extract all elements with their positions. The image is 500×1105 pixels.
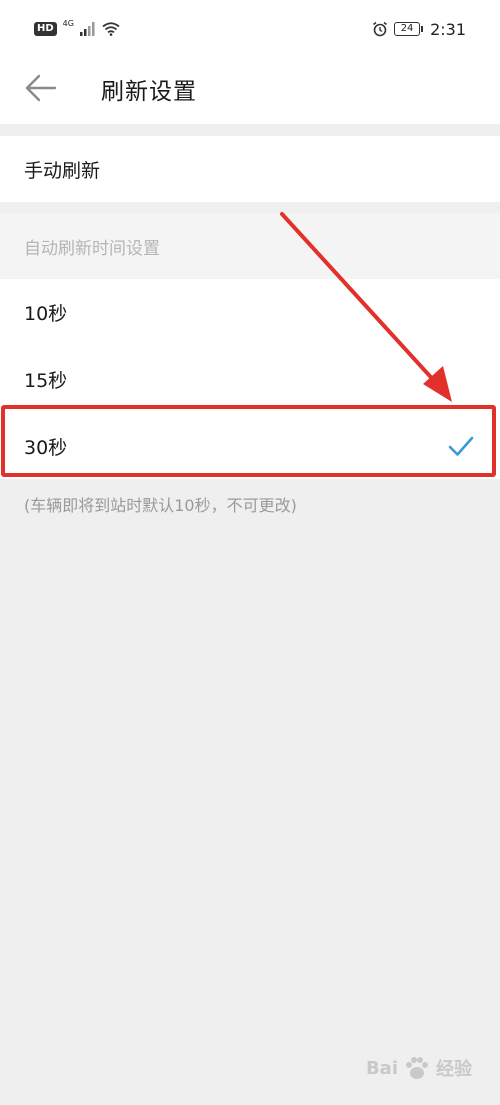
interval-option-10[interactable]: 10秒	[0, 279, 500, 345]
interval-option-15[interactable]: 15秒	[0, 346, 500, 412]
checkmark-icon	[448, 436, 474, 456]
status-bar: HD 4G 24 2:31	[0, 0, 500, 58]
interval-option-30[interactable]: 30秒	[0, 413, 500, 479]
interval-option-label: 15秒	[24, 369, 68, 392]
auto-refresh-section-title: 自动刷新时间设置	[0, 213, 500, 279]
interval-option-label: 10秒	[24, 302, 68, 325]
manual-refresh-option[interactable]: 手动刷新	[0, 136, 500, 202]
refresh-interval-list: 10秒 15秒 30秒	[0, 279, 500, 479]
back-arrow-icon	[25, 74, 57, 102]
alarm-clock-icon	[373, 21, 388, 37]
battery-indicator: 24	[394, 22, 424, 36]
hd-badge: HD	[34, 22, 57, 36]
wifi-icon	[102, 22, 120, 36]
interval-option-label: 30秒	[24, 436, 68, 459]
status-right: 24 2:31	[372, 20, 466, 39]
watermark-text-a: Bai	[365, 1057, 398, 1079]
watermark-logo: Bai 经验	[366, 1053, 472, 1083]
watermark-text-b: 经验	[436, 1059, 472, 1080]
network-label: 4G	[62, 18, 74, 28]
status-left: HD 4G	[34, 18, 120, 36]
signal-icon	[79, 22, 95, 36]
back-button[interactable]	[22, 69, 60, 107]
default-interval-note: (车辆即将到站时默认10秒，不可更改)	[24, 496, 297, 515]
status-time: 2:31	[430, 19, 466, 39]
paw-icon	[406, 1057, 428, 1079]
app-header: 刷新设置	[0, 58, 500, 124]
manual-refresh-label: 手动刷新	[24, 159, 101, 182]
page-title: 刷新设置	[101, 79, 197, 105]
